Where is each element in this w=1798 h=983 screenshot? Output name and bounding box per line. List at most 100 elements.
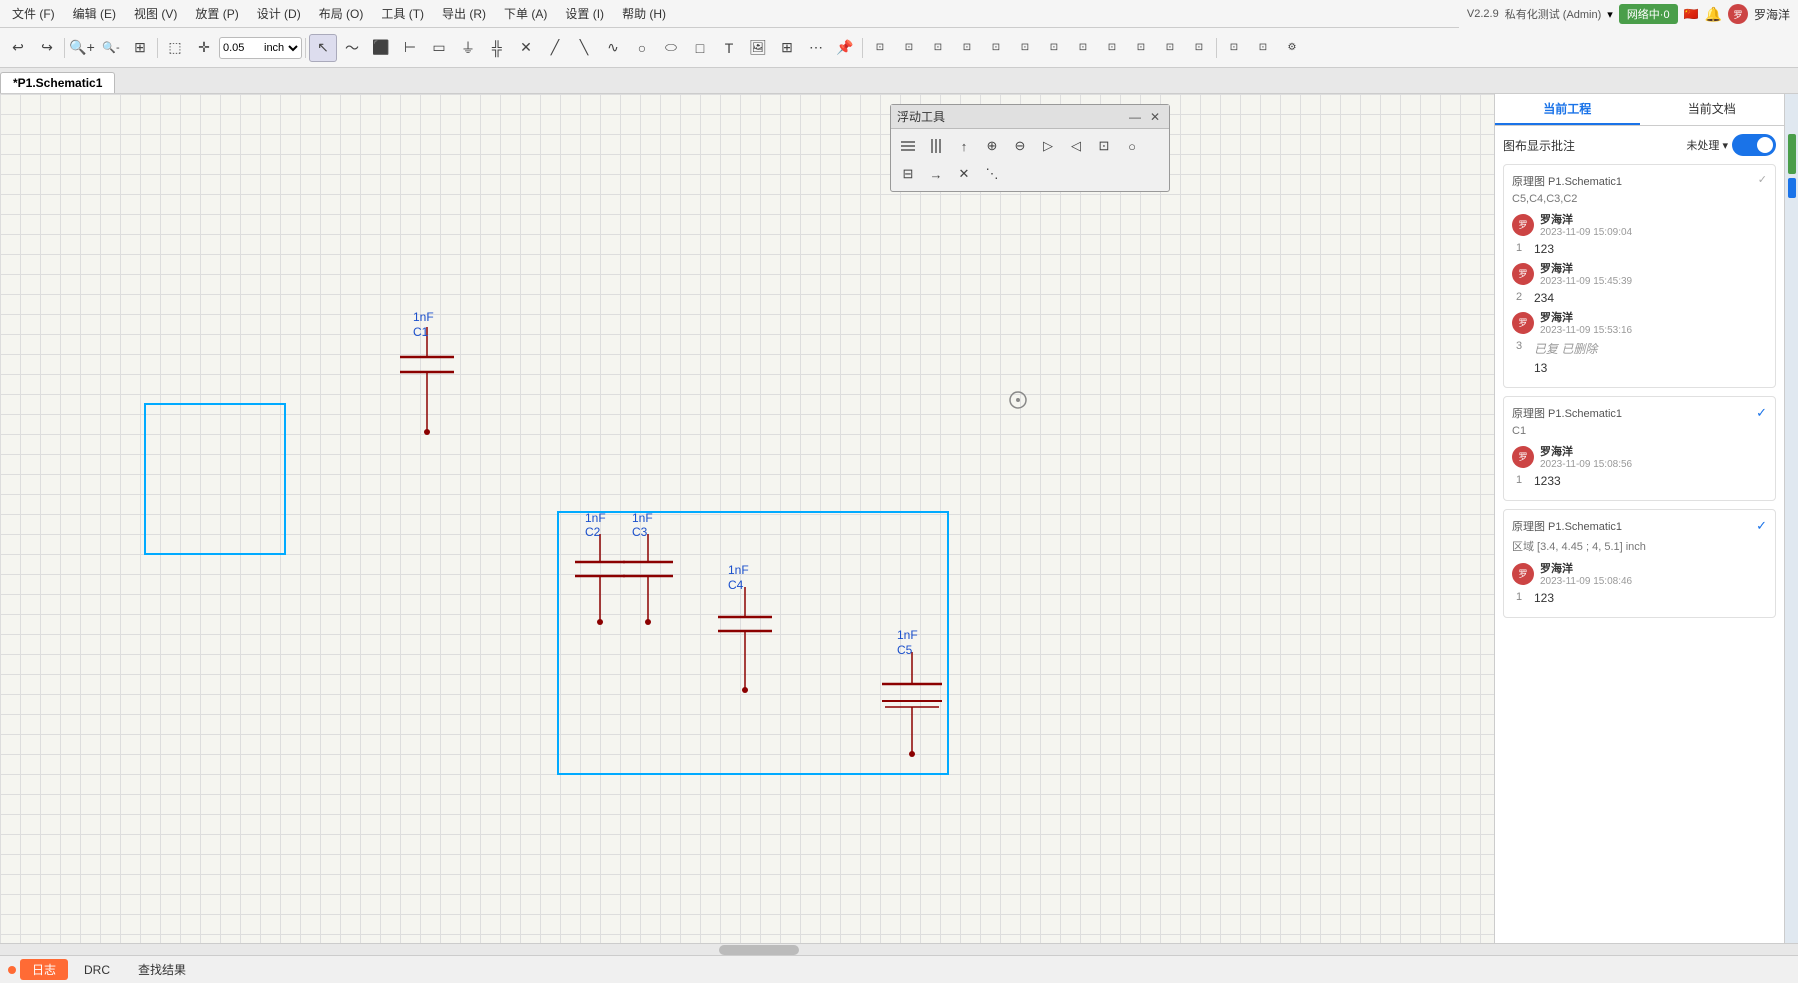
grid-unit-select[interactable]: inch mm mil — [260, 41, 301, 55]
undo-button[interactable]: ↩ — [4, 34, 32, 62]
ellipse-tool[interactable]: ⬭ — [657, 34, 685, 62]
tab-current-doc[interactable]: 当前文档 — [1640, 94, 1785, 125]
scrollbar-thumb[interactable] — [719, 945, 799, 955]
align-center-v[interactable]: ⊡ — [1069, 34, 1097, 62]
wire-tool[interactable]: 〜 — [338, 34, 366, 62]
floating-tool-minimize[interactable]: — — [1127, 109, 1143, 125]
flip-v[interactable]: ⊡ — [1127, 34, 1155, 62]
menu-help[interactable]: 帮助 (H) — [614, 3, 674, 24]
comment-text-3-extra: 13 — [1534, 361, 1547, 375]
comment-text-2: 234 — [1534, 291, 1554, 305]
schematic-canvas[interactable]: 浮动工具 — ✕ ↑ ⊕ ⊖ — [0, 94, 1494, 943]
bus-tool[interactable]: ⬛ — [367, 34, 395, 62]
floating-tool-close[interactable]: ✕ — [1147, 109, 1163, 125]
align-top[interactable]: ⊡ — [924, 34, 952, 62]
junction-tool[interactable]: ╬ — [483, 34, 511, 62]
ft-cross[interactable]: ✕ — [951, 161, 977, 187]
menu-file[interactable]: 文件 (F) — [4, 3, 63, 24]
comment-text-5: 123 — [1534, 591, 1554, 605]
menu-edit[interactable]: 编辑 (E) — [65, 3, 124, 24]
ft-parallel-h[interactable] — [895, 133, 921, 159]
export-tool[interactable]: ⊡ — [1249, 34, 1277, 62]
user-avatar[interactable]: 罗 — [1728, 4, 1748, 24]
comment-item-2: 2 234 — [1516, 291, 1767, 305]
schematic-tab[interactable]: *P1.Schematic1 — [0, 72, 115, 93]
comment-author-1: 罗海洋 — [1540, 211, 1632, 227]
power-tool[interactable]: ⏚ — [454, 34, 482, 62]
align-right[interactable]: ⊡ — [895, 34, 923, 62]
ft-arrow[interactable]: → — [923, 161, 949, 187]
menu-order[interactable]: 下单 (A) — [496, 3, 555, 24]
fit-view-button[interactable]: ⊞ — [126, 34, 154, 62]
menu-export[interactable]: 导出 (R) — [434, 3, 494, 24]
notification-icon[interactable]: 🔔 — [1705, 6, 1722, 23]
ft-add[interactable]: ⊕ — [979, 133, 1005, 159]
canvas-area[interactable]: 浮动工具 — ✕ ↑ ⊕ ⊖ — [0, 94, 1494, 943]
comment-item-5: 1 123 — [1516, 591, 1767, 605]
pin-tool[interactable]: 📌 — [831, 34, 859, 62]
flip-h[interactable]: ⊡ — [1098, 34, 1126, 62]
ft-parallel-v[interactable] — [923, 133, 949, 159]
net-port-tool[interactable]: ⊢ — [396, 34, 424, 62]
text-tool[interactable]: T — [715, 34, 743, 62]
menu-settings[interactable]: 设置 (I) — [557, 3, 612, 24]
ft-diagonal[interactable]: ⋱ — [979, 161, 1005, 187]
ft-right-arrow[interactable]: ▷ — [1035, 133, 1061, 159]
ft-circle[interactable]: ○ — [1119, 133, 1145, 159]
menu-tools[interactable]: 工具 (T) — [373, 3, 432, 24]
status-tab-search[interactable]: 查找结果 — [126, 959, 198, 980]
separator-3 — [305, 38, 306, 58]
tab-current-project[interactable]: 当前工程 — [1495, 94, 1640, 125]
polyline-tool[interactable]: ╲ — [570, 34, 598, 62]
align-left[interactable]: ⊡ — [866, 34, 894, 62]
menu-view[interactable]: 视图 (V) — [126, 3, 185, 24]
align-bottom[interactable]: ⊡ — [953, 34, 981, 62]
status-tab-drc[interactable]: DRC — [72, 961, 122, 979]
grid-value-input[interactable]: 0.05 — [220, 42, 260, 54]
table-tool[interactable]: ⊞ — [773, 34, 801, 62]
status-tab-log[interactable]: 日志 — [20, 959, 68, 980]
comment-avatar-5: 罗 — [1512, 563, 1534, 585]
distribute-v[interactable]: ⊡ — [1011, 34, 1039, 62]
svg-text:1nF: 1nF — [585, 511, 606, 525]
zoom-out-button[interactable]: 🔍- — [97, 34, 125, 62]
settings-tool[interactable]: ⚙ — [1278, 34, 1306, 62]
grid-input-group[interactable]: 0.05 inch mm mil — [219, 37, 302, 59]
menu-design[interactable]: 设计 (D) — [249, 3, 309, 24]
ft-rect[interactable]: ⊡ — [1091, 133, 1117, 159]
cross-probe-button[interactable]: ✛ — [190, 34, 218, 62]
component-tool[interactable]: ▭ — [425, 34, 453, 62]
ft-minus-rect[interactable]: ⊟ — [895, 161, 921, 187]
rect-tool[interactable]: □ — [686, 34, 714, 62]
comment-avatar-4: 罗 — [1512, 446, 1534, 468]
zoom-in-button[interactable]: 🔍+ — [68, 34, 96, 62]
import-tool[interactable]: ⊡ — [1220, 34, 1248, 62]
arc-tool[interactable]: ∿ — [599, 34, 627, 62]
menu-layout[interactable]: 布局 (O) — [311, 3, 372, 24]
image-tool[interactable]: 🖼 — [744, 34, 772, 62]
select-button[interactable]: ⬚ — [161, 34, 189, 62]
floating-tool-header[interactable]: 浮动工具 — ✕ — [891, 105, 1169, 129]
ft-move-up[interactable]: ↑ — [951, 133, 977, 159]
rotate-ccw[interactable]: ⊡ — [1185, 34, 1213, 62]
ft-remove[interactable]: ⊖ — [1007, 133, 1033, 159]
distribute-h[interactable]: ⊡ — [982, 34, 1010, 62]
more-tool[interactable]: ⋯ — [802, 34, 830, 62]
comment-time-3: 2023-11-09 15:53:16 — [1540, 325, 1632, 336]
no-connect-tool[interactable]: ✕ — [512, 34, 540, 62]
unprocessed-filter[interactable]: 未处理 ▾ — [1686, 137, 1728, 153]
menu-place[interactable]: 放置 (P) — [187, 3, 246, 24]
separator-5 — [1216, 38, 1217, 58]
circle-tool[interactable]: ○ — [628, 34, 656, 62]
align-center-h[interactable]: ⊡ — [1040, 34, 1068, 62]
network-button[interactable]: 网络中·0 — [1619, 4, 1678, 24]
test-mode-label: 私有化测试 (Admin) — [1505, 6, 1602, 22]
cursor-tool[interactable]: ↖ — [309, 34, 337, 62]
horizontal-scrollbar[interactable] — [0, 943, 1798, 955]
rotate-cw[interactable]: ⊡ — [1156, 34, 1184, 62]
toggle-annotations[interactable] — [1732, 134, 1776, 156]
line-tool[interactable]: ╱ — [541, 34, 569, 62]
redo-button[interactable]: ↪ — [33, 34, 61, 62]
comment-card-1-title: 原理图 P1.Schematic1 ✓ — [1512, 173, 1767, 189]
ft-left-arrow[interactable]: ◁ — [1063, 133, 1089, 159]
